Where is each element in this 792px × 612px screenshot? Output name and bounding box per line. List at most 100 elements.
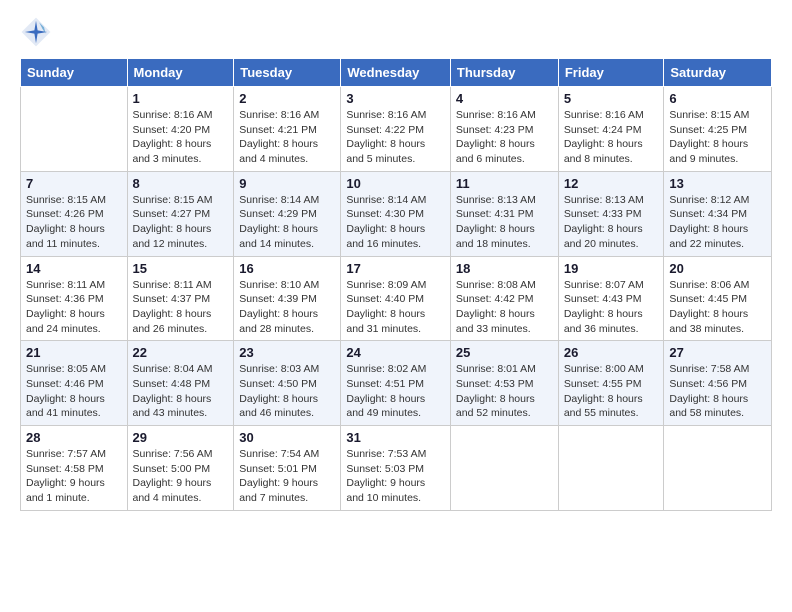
calendar-cell xyxy=(21,87,128,172)
calendar-cell: 26Sunrise: 8:00 AMSunset: 4:55 PMDayligh… xyxy=(558,341,664,426)
daylight-text: Daylight: 8 hours and 52 minutes. xyxy=(456,392,553,421)
day-number: 31 xyxy=(346,430,445,445)
daylight-text: Daylight: 8 hours and 18 minutes. xyxy=(456,222,553,251)
weekday-header-wednesday: Wednesday xyxy=(341,59,451,87)
weekday-header-monday: Monday xyxy=(127,59,234,87)
day-info: Sunrise: 8:15 AMSunset: 4:27 PMDaylight:… xyxy=(133,193,229,252)
calendar-cell: 4Sunrise: 8:16 AMSunset: 4:23 PMDaylight… xyxy=(450,87,558,172)
sunrise-text: Sunrise: 8:12 AM xyxy=(669,193,766,208)
sunrise-text: Sunrise: 8:13 AM xyxy=(564,193,659,208)
daylight-text: Daylight: 8 hours and 26 minutes. xyxy=(133,307,229,336)
day-info: Sunrise: 8:07 AMSunset: 4:43 PMDaylight:… xyxy=(564,278,659,337)
sunrise-text: Sunrise: 8:14 AM xyxy=(346,193,445,208)
sunset-text: Sunset: 5:03 PM xyxy=(346,462,445,477)
sunset-text: Sunset: 4:33 PM xyxy=(564,207,659,222)
weekday-header-sunday: Sunday xyxy=(21,59,128,87)
day-info: Sunrise: 7:57 AMSunset: 4:58 PMDaylight:… xyxy=(26,447,122,506)
sunrise-text: Sunrise: 8:15 AM xyxy=(669,108,766,123)
calendar-cell: 28Sunrise: 7:57 AMSunset: 4:58 PMDayligh… xyxy=(21,426,128,511)
sunrise-text: Sunrise: 8:16 AM xyxy=(564,108,659,123)
day-info: Sunrise: 8:12 AMSunset: 4:34 PMDaylight:… xyxy=(669,193,766,252)
sunset-text: Sunset: 4:22 PM xyxy=(346,123,445,138)
daylight-text: Daylight: 8 hours and 14 minutes. xyxy=(239,222,335,251)
daylight-text: Daylight: 9 hours and 10 minutes. xyxy=(346,476,445,505)
sunset-text: Sunset: 4:43 PM xyxy=(564,292,659,307)
sunrise-text: Sunrise: 8:11 AM xyxy=(133,278,229,293)
week-row-3: 21Sunrise: 8:05 AMSunset: 4:46 PMDayligh… xyxy=(21,341,772,426)
day-number: 9 xyxy=(239,176,335,191)
sunset-text: Sunset: 4:27 PM xyxy=(133,207,229,222)
sunset-text: Sunset: 4:40 PM xyxy=(346,292,445,307)
sunrise-text: Sunrise: 7:56 AM xyxy=(133,447,229,462)
weekday-header-saturday: Saturday xyxy=(664,59,772,87)
day-info: Sunrise: 8:06 AMSunset: 4:45 PMDaylight:… xyxy=(669,278,766,337)
calendar-cell: 3Sunrise: 8:16 AMSunset: 4:22 PMDaylight… xyxy=(341,87,451,172)
day-number: 30 xyxy=(239,430,335,445)
logo xyxy=(20,16,56,48)
calendar-cell: 13 Sunrise: 8:12 AMSunset: 4:34 PMDayligh… xyxy=(664,171,772,256)
day-number: 16 xyxy=(239,261,335,276)
day-number: 13 xyxy=(669,176,766,191)
day-number: 27 xyxy=(669,345,766,360)
sunrise-text: Sunrise: 8:15 AM xyxy=(26,193,122,208)
calendar-cell: 24Sunrise: 8:02 AMSunset: 4:51 PMDayligh… xyxy=(341,341,451,426)
sunset-text: Sunset: 4:25 PM xyxy=(669,123,766,138)
sunset-text: Sunset: 4:55 PM xyxy=(564,377,659,392)
daylight-text: Daylight: 8 hours and 6 minutes. xyxy=(456,137,553,166)
calendar-cell: 1Sunrise: 8:16 AMSunset: 4:20 PMDaylight… xyxy=(127,87,234,172)
day-number: 22 xyxy=(133,345,229,360)
day-number: 25 xyxy=(456,345,553,360)
daylight-text: Daylight: 8 hours and 55 minutes. xyxy=(564,392,659,421)
day-number: 11 xyxy=(456,176,553,191)
sunrise-text: Sunrise: 8:16 AM xyxy=(133,108,229,123)
calendar-cell xyxy=(664,426,772,511)
sunrise-text: Sunrise: 7:53 AM xyxy=(346,447,445,462)
day-info: Sunrise: 7:56 AMSunset: 5:00 PMDaylight:… xyxy=(133,447,229,506)
calendar-cell: 6Sunrise: 8:15 AMSunset: 4:25 PMDaylight… xyxy=(664,87,772,172)
sunset-text: Sunset: 4:36 PM xyxy=(26,292,122,307)
calendar-cell: 22 Sunrise: 8:04 AMSunset: 4:48 PMDayligh… xyxy=(127,341,234,426)
day-info: Sunrise: 8:16 AMSunset: 4:24 PMDaylight:… xyxy=(564,108,659,167)
day-number: 8 xyxy=(133,176,229,191)
day-info: Sunrise: 8:15 AMSunset: 4:25 PMDaylight:… xyxy=(669,108,766,167)
day-info: Sunrise: 8:10 AMSunset: 4:39 PMDaylight:… xyxy=(239,278,335,337)
sunset-text: Sunset: 4:30 PM xyxy=(346,207,445,222)
day-info: Sunrise: 8:00 AMSunset: 4:55 PMDaylight:… xyxy=(564,362,659,421)
weekday-header-friday: Friday xyxy=(558,59,664,87)
sunset-text: Sunset: 4:39 PM xyxy=(239,292,335,307)
week-row-4: 28Sunrise: 7:57 AMSunset: 4:58 PMDayligh… xyxy=(21,426,772,511)
sunset-text: Sunset: 4:26 PM xyxy=(26,207,122,222)
daylight-text: Daylight: 8 hours and 41 minutes. xyxy=(26,392,122,421)
day-info: Sunrise: 8:16 AMSunset: 4:21 PMDaylight:… xyxy=(239,108,335,167)
sunrise-text: Sunrise: 7:57 AM xyxy=(26,447,122,462)
sunrise-text: Sunrise: 8:07 AM xyxy=(564,278,659,293)
sunset-text: Sunset: 4:58 PM xyxy=(26,462,122,477)
calendar-cell: 29Sunrise: 7:56 AMSunset: 5:00 PMDayligh… xyxy=(127,426,234,511)
sunset-text: Sunset: 4:31 PM xyxy=(456,207,553,222)
calendar-cell: 7Sunrise: 8:15 AMSunset: 4:26 PMDaylight… xyxy=(21,171,128,256)
sunrise-text: Sunrise: 8:14 AM xyxy=(239,193,335,208)
sunrise-text: Sunrise: 8:05 AM xyxy=(26,362,122,377)
calendar-cell: 11 Sunrise: 8:13 AMSunset: 4:31 PMDayligh… xyxy=(450,171,558,256)
calendar-cell: 20Sunrise: 8:06 AMSunset: 4:45 PMDayligh… xyxy=(664,256,772,341)
sunset-text: Sunset: 4:45 PM xyxy=(669,292,766,307)
sunrise-text: Sunrise: 8:13 AM xyxy=(456,193,553,208)
calendar-cell: 19Sunrise: 8:07 AMSunset: 4:43 PMDayligh… xyxy=(558,256,664,341)
day-number: 3 xyxy=(346,91,445,106)
calendar-cell: 10Sunrise: 8:14 AMSunset: 4:30 PMDayligh… xyxy=(341,171,451,256)
daylight-text: Daylight: 8 hours and 46 minutes. xyxy=(239,392,335,421)
header xyxy=(20,16,772,48)
daylight-text: Daylight: 8 hours and 5 minutes. xyxy=(346,137,445,166)
daylight-text: Daylight: 8 hours and 20 minutes. xyxy=(564,222,659,251)
calendar-cell: 31 Sunrise: 7:53 AMSunset: 5:03 PMDayligh… xyxy=(341,426,451,511)
calendar-cell: 8 Sunrise: 8:15 AMSunset: 4:27 PMDaylight… xyxy=(127,171,234,256)
sunrise-text: Sunrise: 8:08 AM xyxy=(456,278,553,293)
calendar-cell: 5Sunrise: 8:16 AMSunset: 4:24 PMDaylight… xyxy=(558,87,664,172)
day-info: Sunrise: 8:08 AMSunset: 4:42 PMDaylight:… xyxy=(456,278,553,337)
day-info: Sunrise: 8:04 AMSunset: 4:48 PMDaylight:… xyxy=(133,362,229,421)
weekday-header-thursday: Thursday xyxy=(450,59,558,87)
calendar-cell: 27Sunrise: 7:58 AMSunset: 4:56 PMDayligh… xyxy=(664,341,772,426)
sunset-text: Sunset: 4:56 PM xyxy=(669,377,766,392)
day-number: 23 xyxy=(239,345,335,360)
sunrise-text: Sunrise: 8:09 AM xyxy=(346,278,445,293)
